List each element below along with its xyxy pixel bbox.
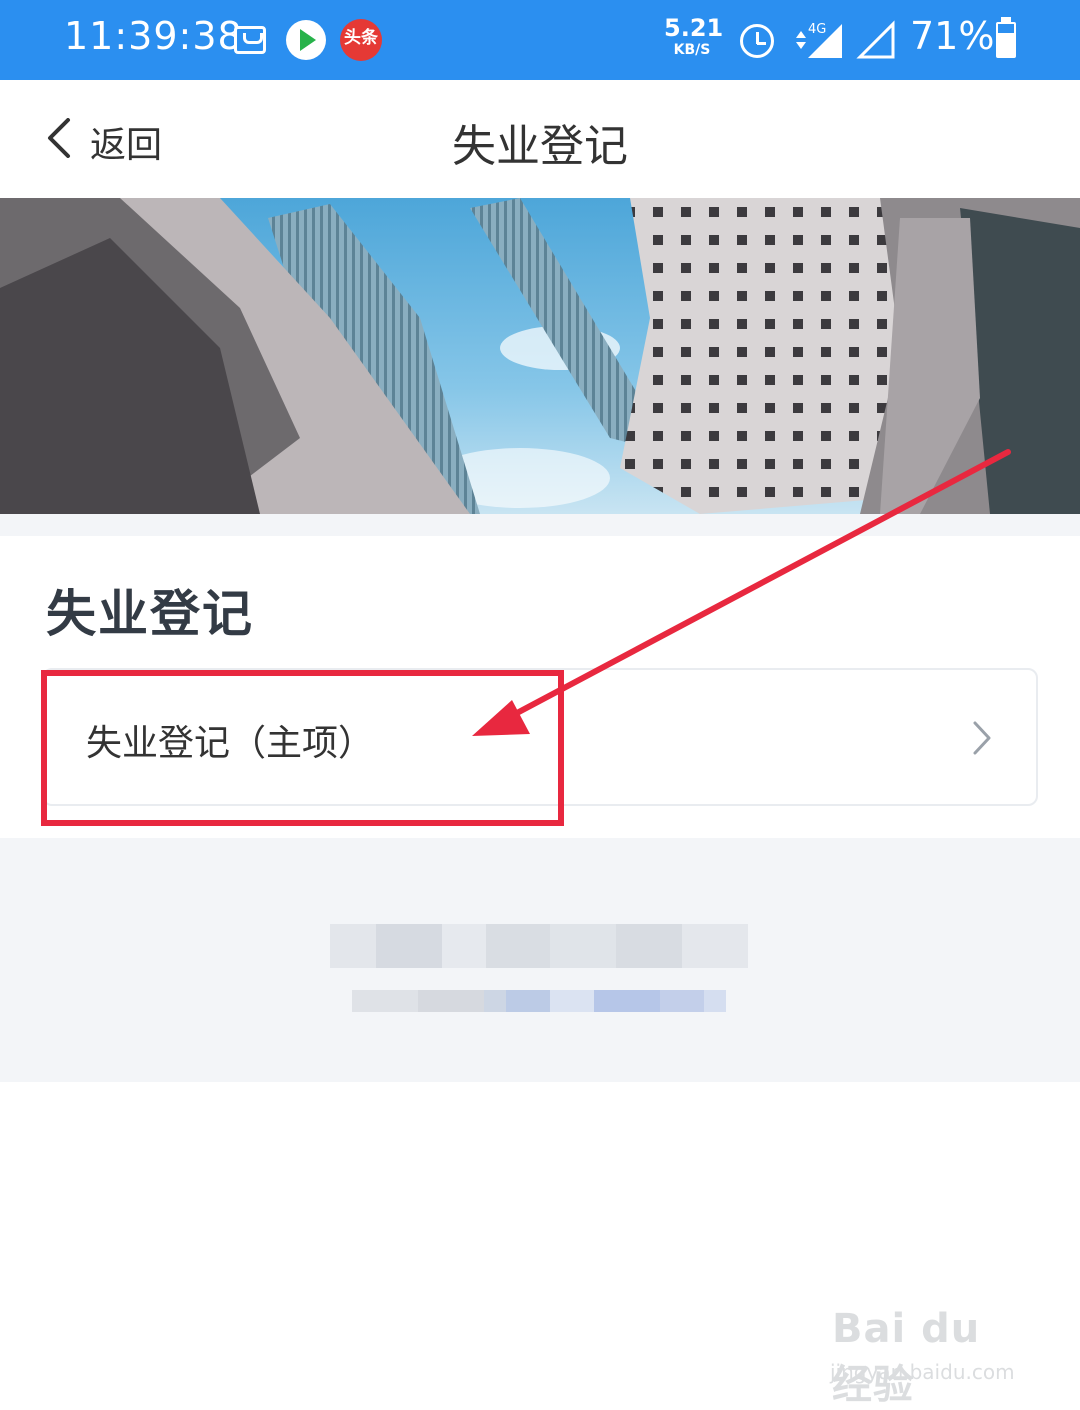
chevron-right-icon (973, 721, 991, 755)
baidu-jingyan-watermark: Bai du 经验 jingyan.baidu.com (826, 1296, 1026, 1408)
network-type: 4G (808, 22, 826, 37)
watermark-logo: Bai du 经验 (832, 1306, 981, 1408)
battery-percent: 71% (910, 14, 995, 58)
signal-4g-icon: 4G (796, 22, 842, 58)
service-item-unemployment-main[interactable]: 失业登记（主项） (42, 668, 1038, 806)
footer-area (0, 838, 1080, 1082)
page-title: 失业登记 (452, 121, 628, 172)
banner-illustration (0, 198, 1080, 514)
divider (0, 514, 1080, 536)
section-title: 失业登记 (46, 585, 254, 643)
blurred-link (352, 990, 726, 1012)
status-bar: 11:39:38 头条 5.21 KB/S 4G 71% (0, 0, 1080, 80)
net-speed-value: 5.21 (664, 14, 724, 42)
net-speed: 5.21 KB/S (664, 14, 724, 58)
status-time: 11:39:38 (64, 14, 243, 58)
watermark-url: jingyan.baidu.com (830, 1360, 1015, 1384)
toutiao-icon: 头条 (340, 19, 382, 61)
banner-image (0, 198, 1080, 514)
signal-icon (856, 20, 895, 59)
net-speed-unit: KB/S (673, 42, 711, 58)
service-item-label: 失业登记（主项） (86, 723, 375, 764)
blurred-text (330, 924, 748, 968)
service-section: 失业登记 失业登记（主项） (0, 536, 1080, 838)
nav-bar: 返回 失业登记 (0, 80, 1080, 198)
battery-icon (996, 17, 1016, 58)
video-app-icon (286, 20, 326, 60)
mail-icon (234, 26, 266, 54)
alarm-icon (740, 24, 774, 58)
